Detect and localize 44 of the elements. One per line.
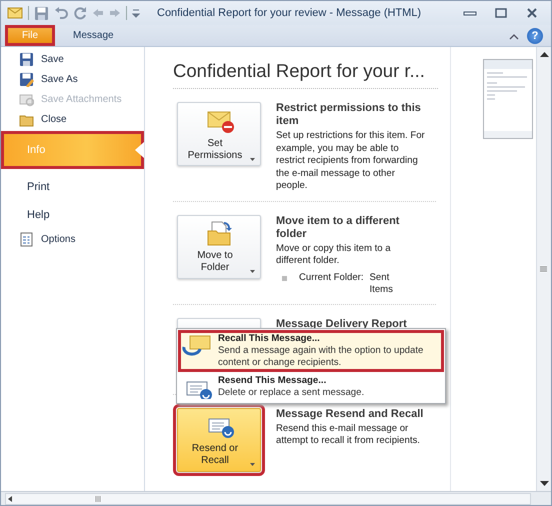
save-icon <box>19 52 34 66</box>
detail-label: Current Folder: <box>299 272 364 284</box>
section-description: Resend this e-mail message or attempt to recall it from recipients. <box>276 422 421 448</box>
nav-item[interactable]: Print <box>1 173 144 201</box>
section-description: Move or copy this item to a different folder. <box>276 242 392 268</box>
action-button[interactable]: Move to Folder <box>177 214 261 278</box>
caret-icon <box>250 158 255 162</box>
section-title: Move item to a different folder <box>276 214 400 240</box>
menu-item[interactable]: Recall This Message... Send a message again with the option to update content or change recipients. <box>178 330 444 372</box>
action-button[interactable]: Set Permissions <box>177 102 261 166</box>
collapse-ribbon-icon[interactable] <box>509 32 519 40</box>
recall-envelope-icon <box>182 333 212 357</box>
section-title: Message Delivery Report <box>276 318 408 330</box>
close-icon <box>525 7 539 19</box>
nav-item[interactable]: Save As <box>1 69 144 89</box>
undo-icon <box>54 6 68 20</box>
message-heading: Confidential Report for your r... <box>173 57 438 89</box>
nav-item[interactable]: Options <box>1 229 144 249</box>
bullet-icon <box>282 276 287 280</box>
section-description: Set up restrictions for this item. For example, you may be able to restrict recipients from forwarding the e-mail message to other people. <box>276 130 426 192</box>
right-arrow-icon <box>109 7 121 19</box>
nav-item[interactable]: Save <box>1 49 144 69</box>
options-icon <box>19 232 34 246</box>
scroll-thumb-icon[interactable] <box>94 494 102 502</box>
redo-icon <box>73 6 87 20</box>
ribbon-tab[interactable]: Message <box>59 25 128 46</box>
menu-item[interactable]: Resend This Message... Delete or replace a sent message. <box>178 372 444 402</box>
section-title: Restrict permissions to this item <box>276 102 422 128</box>
nav-item[interactable]: Close <box>1 109 144 129</box>
envelope-icon <box>7 5 23 21</box>
customize-dropdown-icon <box>132 7 140 19</box>
caret-icon <box>250 463 255 467</box>
detail-value: Sent Items <box>370 272 394 296</box>
caret-icon <box>250 270 255 274</box>
attachment-icon <box>19 92 34 106</box>
section-title: Message Resend and Recall <box>276 408 424 420</box>
window-title: Confidential Report for your review - Message (HTML) <box>157 7 422 19</box>
save-as-icon <box>19 72 34 86</box>
nav-item[interactable]: Help <box>1 201 144 229</box>
maximize-icon <box>494 7 508 19</box>
scroll-thumb-icon[interactable] <box>537 265 550 273</box>
left-arrow-icon <box>92 7 104 19</box>
save-icon <box>34 6 49 20</box>
scroll-left-icon[interactable] <box>6 494 14 502</box>
